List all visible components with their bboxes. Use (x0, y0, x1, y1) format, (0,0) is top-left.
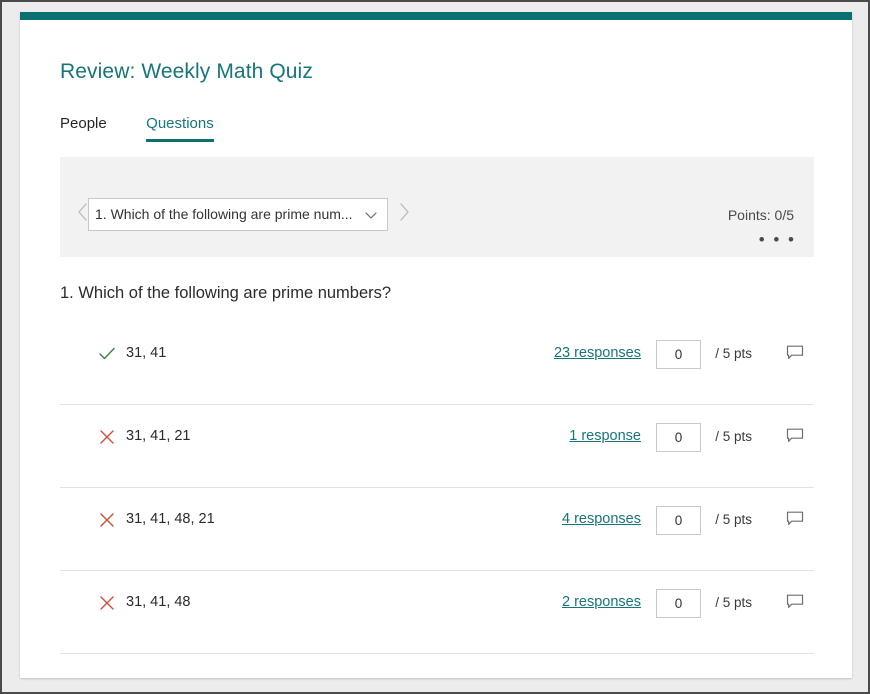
answer-option-row: 31, 41, 21 1 response / 5 pts (60, 405, 814, 488)
score-max-label: / 5 pts (715, 346, 752, 361)
comment-bubble-icon[interactable] (786, 427, 804, 445)
answer-option-row: 31, 41, 48 2 responses / 5 pts (60, 571, 814, 654)
question-select[interactable]: 1. Which of the following are prime num.… (88, 198, 388, 231)
check-icon (98, 345, 116, 363)
chevron-down-icon (364, 208, 378, 222)
application-window: Review: Weekly Math Quiz People Question… (0, 0, 870, 694)
score-max-label: / 5 pts (715, 512, 752, 527)
points-total-label: Points: 0/5 (727, 207, 794, 223)
comment-bubble-icon[interactable] (786, 344, 804, 362)
answer-option-text: 31, 41, 48 (126, 594, 191, 610)
chevron-right-icon[interactable] (397, 201, 411, 223)
responses-link[interactable]: 23 responses (554, 345, 641, 361)
top-accent-bar (20, 12, 852, 20)
answer-option-text: 31, 41, 21 (126, 428, 191, 444)
page-title: Review: Weekly Math Quiz (60, 60, 313, 83)
tab-people[interactable]: People (60, 115, 107, 142)
answer-option-row: 31, 41 23 responses / 5 pts (60, 322, 814, 405)
question-navigation-panel: 1. Which of the following are prime num.… (60, 157, 814, 257)
responses-link[interactable]: 2 responses (562, 594, 641, 610)
comment-bubble-icon[interactable] (786, 593, 804, 611)
answer-option-text: 31, 41 (126, 345, 167, 361)
comment-bubble-icon[interactable] (786, 510, 804, 528)
quiz-review-card: Review: Weekly Math Quiz People Question… (20, 12, 852, 678)
question-heading: 1. Which of the following are prime numb… (60, 284, 392, 302)
score-input[interactable] (656, 589, 701, 618)
score-max-label: / 5 pts (715, 595, 752, 610)
responses-link[interactable]: 4 responses (562, 511, 641, 527)
close-x-icon (98, 511, 116, 529)
close-x-icon (98, 428, 116, 446)
tab-strip: People Questions (60, 115, 820, 157)
answer-options-list: 31, 41 23 responses / 5 pts (60, 322, 814, 654)
ellipsis-icon[interactable]: • • • (759, 231, 796, 248)
score-input[interactable] (656, 423, 701, 452)
score-max-label: / 5 pts (715, 429, 752, 444)
score-input[interactable] (656, 340, 701, 369)
tab-questions[interactable]: Questions (146, 115, 214, 142)
answer-option-row: 31, 41, 48, 21 4 responses / 5 pts (60, 488, 814, 571)
answer-option-text: 31, 41, 48, 21 (126, 511, 215, 527)
close-x-icon (98, 594, 116, 612)
score-input[interactable] (656, 506, 701, 535)
question-select-value: 1. Which of the following are prime num.… (95, 206, 353, 222)
responses-link[interactable]: 1 response (569, 428, 641, 444)
